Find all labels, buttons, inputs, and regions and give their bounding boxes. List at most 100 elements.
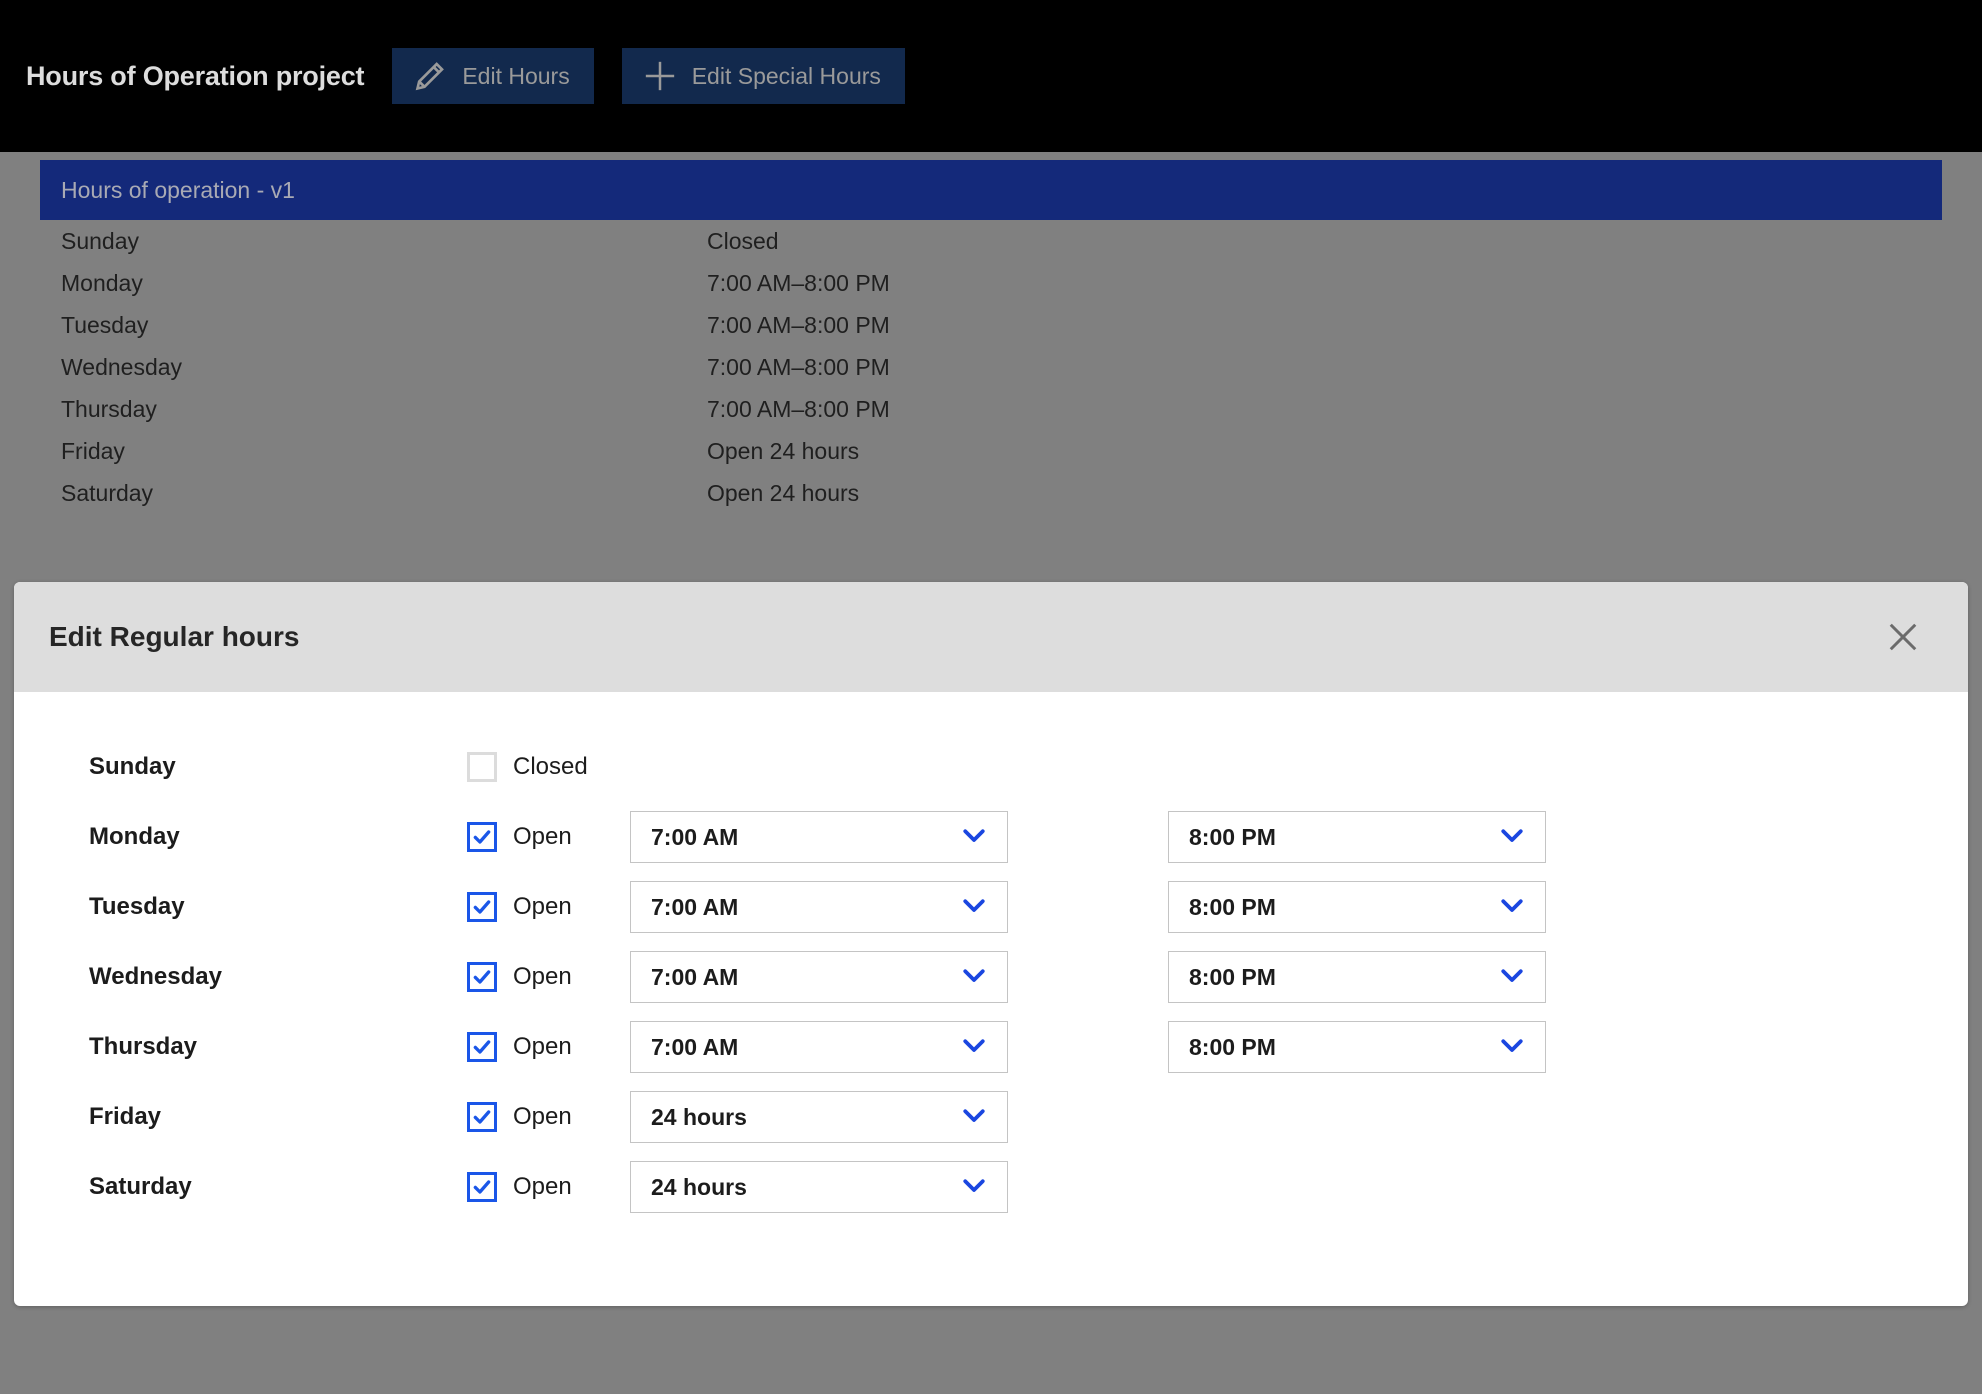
day-schedule-row: Wednesday Open 7:00 AM 8:00 PM	[14, 942, 1968, 1012]
checkbox-checked-icon[interactable]	[467, 1172, 497, 1202]
day-schedule-row: Thursday Open 7:00 AM 8:00 PM	[14, 1012, 1968, 1082]
hours-list-item-day: Tuesday	[61, 311, 149, 338]
close-icon[interactable]	[1874, 608, 1932, 666]
day-schedule-row: Friday Open 24 hours	[14, 1082, 1968, 1152]
close-time-select-value: 8:00 PM	[1189, 823, 1276, 850]
checkbox-checked-icon[interactable]	[467, 1032, 497, 1062]
day-schedule-row: Sunday Closed	[14, 732, 1968, 802]
open-closed-toggle[interactable]: Open	[467, 1032, 630, 1062]
day-label: Thursday	[89, 1033, 198, 1060]
hours-list-item: Thursday 7:00 AM–8:00 PM	[40, 388, 1942, 430]
edit-hours-button[interactable]: Edit Hours	[392, 48, 594, 104]
hours-list-item-day: Thursday	[61, 395, 157, 422]
day-label: Wednesday	[89, 963, 222, 990]
page-title: Hours of Operation project	[26, 60, 365, 91]
edit-hours-button-label: Edit Hours	[462, 62, 570, 89]
open-closed-label: Open	[513, 1033, 572, 1060]
edit-special-hours-button-label: Edit Special Hours	[691, 62, 881, 89]
hours-list-item-day: Wednesday	[61, 353, 183, 380]
hours-of-operation-card: Hours of operation - v1 Sunday Closed Mond…	[40, 160, 1942, 514]
checkbox-unchecked-icon[interactable]	[467, 752, 497, 782]
open-time-select-value: 7:00 AM	[651, 1033, 739, 1060]
chevron-down-icon	[1497, 960, 1527, 995]
checkbox-checked-icon[interactable]	[467, 962, 497, 992]
close-time-select[interactable]: 8:00 PM	[1168, 1021, 1546, 1073]
day-label: Saturday	[89, 1173, 192, 1200]
chevron-down-icon	[1497, 1030, 1527, 1065]
close-time-select[interactable]: 8:00 PM	[1168, 811, 1546, 863]
open-closed-label: Open	[513, 1103, 572, 1130]
open-closed-label: Open	[513, 1173, 572, 1200]
chevron-down-icon	[959, 960, 989, 995]
day-schedule-row: Tuesday Open 7:00 AM 8:00 PM	[14, 872, 1968, 942]
hours-list-item-value: 7:00 AM–8:00 PM	[707, 311, 890, 338]
hours-list-item: Sunday Closed	[40, 220, 1942, 262]
open-time-select[interactable]: 24 hours	[630, 1161, 1008, 1213]
hours-list-item-value: Open 24 hours	[707, 479, 860, 506]
open-time-select-value: 24 hours	[651, 1103, 747, 1130]
open-closed-label: Open	[513, 823, 572, 850]
chevron-down-icon	[959, 1030, 989, 1065]
empty-slot	[630, 741, 1008, 793]
open-closed-toggle[interactable]: Open	[467, 1172, 630, 1202]
edit-regular-hours-dialog: Edit Regular hours Sunday Closed Monday Ope…	[14, 582, 1968, 1306]
chevron-down-icon	[959, 890, 989, 925]
day-schedule-row: Saturday Open 24 hours	[14, 1152, 1968, 1222]
day-schedule-row: Monday Open 7:00 AM 8:00 PM	[14, 802, 1968, 872]
checkbox-checked-icon[interactable]	[467, 892, 497, 922]
open-closed-toggle[interactable]: Open	[467, 1102, 630, 1132]
open-time-select[interactable]: 7:00 AM	[630, 881, 1008, 933]
hours-list-item-day: Sunday	[61, 227, 140, 254]
open-closed-toggle[interactable]: Open	[467, 892, 630, 922]
hours-list-item-value: 7:00 AM–8:00 PM	[707, 353, 890, 380]
dialog-title: Edit Regular hours	[49, 621, 300, 652]
chevron-down-icon	[959, 820, 989, 855]
open-closed-label: Closed	[513, 753, 588, 780]
open-time-select-value: 24 hours	[651, 1173, 747, 1200]
checkbox-checked-icon[interactable]	[467, 1102, 497, 1132]
hours-list-item: Monday 7:00 AM–8:00 PM	[40, 262, 1942, 304]
plus-icon	[638, 54, 682, 98]
edit-special-hours-button[interactable]: Edit Special Hours	[621, 48, 905, 104]
checkbox-checked-icon[interactable]	[467, 822, 497, 852]
open-time-select[interactable]: 24 hours	[630, 1091, 1008, 1143]
open-closed-label: Open	[513, 963, 572, 990]
chevron-down-icon	[1497, 820, 1527, 855]
close-time-select[interactable]: 8:00 PM	[1168, 881, 1546, 933]
open-time-select-value: 7:00 AM	[651, 963, 739, 990]
open-time-select[interactable]: 7:00 AM	[630, 811, 1008, 863]
open-closed-label: Open	[513, 893, 572, 920]
hours-list: Sunday Closed Monday 7:00 AM–8:00 PM Tuesday…	[40, 220, 1942, 514]
hours-list-item-day: Friday	[61, 437, 125, 464]
open-time-select[interactable]: 7:00 AM	[630, 1021, 1008, 1073]
open-closed-toggle[interactable]: Open	[467, 822, 630, 852]
dialog-header: Edit Regular hours	[14, 582, 1968, 692]
dialog-body: Sunday Closed Monday Open 7:00 AM 8:00 PM Tues…	[14, 692, 1968, 1222]
hours-list-item-day: Saturday	[61, 479, 154, 506]
close-time-select-value: 8:00 PM	[1189, 1033, 1276, 1060]
hours-list-item-value: 7:00 AM–8:00 PM	[707, 395, 890, 422]
hours-list-item-value: 7:00 AM–8:00 PM	[707, 269, 890, 296]
app-header: Hours of Operation project Edit Hours Ed…	[0, 0, 1982, 152]
day-label: Sunday	[89, 753, 176, 780]
hours-card-title: Hours of operation - v1	[61, 176, 295, 203]
close-time-select-value: 8:00 PM	[1189, 963, 1276, 990]
empty-slot	[1168, 1091, 1546, 1143]
close-time-select[interactable]: 8:00 PM	[1168, 951, 1546, 1003]
hours-list-item: Saturday Open 24 hours	[40, 472, 1942, 514]
close-time-select-value: 8:00 PM	[1189, 893, 1276, 920]
open-time-select[interactable]: 7:00 AM	[630, 951, 1008, 1003]
open-closed-toggle[interactable]: Open	[467, 962, 630, 992]
chevron-down-icon	[1497, 890, 1527, 925]
hours-list-item: Wednesday 7:00 AM–8:00 PM	[40, 346, 1942, 388]
open-closed-toggle[interactable]: Closed	[467, 752, 630, 782]
hours-list-item-value: Open 24 hours	[707, 437, 860, 464]
chevron-down-icon	[959, 1170, 989, 1205]
empty-slot	[1168, 1161, 1546, 1213]
hours-card-header: Hours of operation - v1	[40, 160, 1942, 220]
open-time-select-value: 7:00 AM	[651, 893, 739, 920]
day-label: Friday	[89, 1103, 162, 1130]
hours-list-item-day: Monday	[61, 269, 143, 296]
hours-list-item: Friday Open 24 hours	[40, 430, 1942, 472]
empty-slot	[1168, 741, 1546, 793]
